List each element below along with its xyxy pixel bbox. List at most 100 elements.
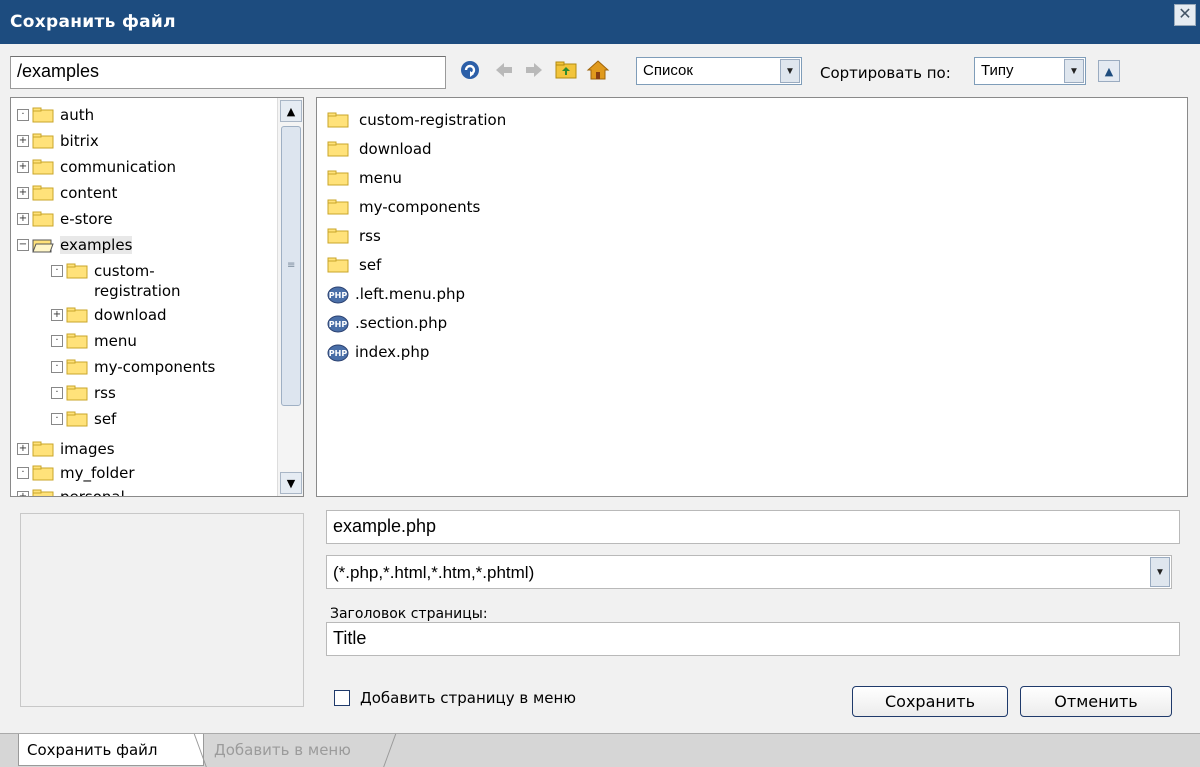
- folder-icon: [32, 211, 54, 227]
- expander-icon[interactable]: +: [51, 309, 63, 321]
- list-item[interactable]: rss: [327, 224, 381, 248]
- tree-item[interactable]: · auth: [17, 104, 94, 126]
- folder-icon: [32, 107, 54, 123]
- tree-item[interactable]: + e-store: [17, 208, 113, 230]
- list-item-label: download: [359, 140, 432, 158]
- list-item-label: custom-registration: [359, 111, 507, 129]
- folder-tree: · auth + bitrix + communication + conten…: [10, 97, 304, 497]
- tab-add-to-menu[interactable]: Добавить в меню: [206, 734, 394, 766]
- back-arrow-icon[interactable]: [492, 58, 516, 82]
- folder-icon: [66, 333, 88, 349]
- filename-input[interactable]: example.php: [326, 510, 1180, 544]
- folder-up-icon[interactable]: [554, 58, 578, 82]
- list-item[interactable]: menu: [327, 166, 402, 190]
- cancel-button[interactable]: Отменить: [1020, 686, 1172, 717]
- list-item[interactable]: my-components: [327, 195, 480, 219]
- tree-item[interactable]: + communication: [17, 156, 176, 178]
- tab-save-file[interactable]: Сохранить файл: [18, 734, 204, 766]
- forward-arrow-icon[interactable]: [522, 58, 546, 82]
- expander-icon[interactable]: ·: [51, 361, 63, 373]
- tree-item-label: images: [60, 440, 115, 458]
- list-item[interactable]: PHP index.php: [327, 340, 429, 364]
- close-icon[interactable]: ✕: [1174, 4, 1196, 26]
- tree-item-label: personal: [60, 488, 125, 497]
- expander-icon[interactable]: −: [17, 239, 29, 251]
- page-title-input[interactable]: Title: [326, 622, 1180, 656]
- tree-item-label: my-components: [94, 358, 216, 376]
- chevron-down-icon[interactable]: ▼: [1150, 557, 1170, 587]
- save-file-dialog: /examples Список ▼ Сортировать по: Типу …: [0, 44, 1200, 767]
- expander-icon[interactable]: +: [17, 161, 29, 173]
- tree-item-label: my_folder: [60, 464, 135, 482]
- tree-item[interactable]: · menu: [51, 330, 137, 352]
- sort-direction-icon[interactable]: ▲: [1098, 60, 1120, 82]
- php-file-icon: PHP: [327, 342, 349, 362]
- tree-item[interactable]: + personal: [17, 486, 125, 497]
- sort-select[interactable]: Типу ▼: [974, 57, 1086, 85]
- folder-icon: [327, 112, 349, 128]
- folder-icon: [32, 159, 54, 175]
- expander-icon[interactable]: +: [17, 443, 29, 455]
- tree-item[interactable]: · my_folder: [17, 462, 135, 484]
- refresh-icon[interactable]: [458, 58, 482, 82]
- folder-icon: [66, 307, 88, 323]
- list-item-label: index.php: [355, 343, 430, 361]
- expander-icon[interactable]: +: [17, 491, 29, 496]
- expander-icon[interactable]: ·: [51, 265, 63, 277]
- scroll-up-icon[interactable]: ▲: [280, 100, 302, 122]
- tree-item[interactable]: + images: [17, 438, 115, 460]
- expander-icon[interactable]: +: [17, 187, 29, 199]
- php-file-icon: PHP: [327, 284, 349, 304]
- list-item[interactable]: PHP .section.php: [327, 311, 447, 335]
- tree-item-selected[interactable]: − examples: [17, 234, 133, 256]
- folder-icon: [66, 359, 88, 375]
- tree-item[interactable]: · my-components: [51, 356, 215, 378]
- folder-icon: [327, 228, 349, 244]
- tree-item[interactable]: + download: [51, 304, 167, 326]
- tree-item-label: auth: [60, 106, 95, 124]
- tree-item-label: examples: [60, 236, 133, 254]
- folder-icon: [66, 411, 88, 427]
- expander-icon[interactable]: ·: [51, 335, 63, 347]
- tree-item[interactable]: · rss: [51, 382, 116, 404]
- file-type-value: (*.php,*.html,*.htm,*.phtml): [333, 563, 535, 582]
- tree-item[interactable]: · sef: [51, 408, 116, 430]
- tree-item-label: bitrix: [60, 132, 99, 150]
- view-mode-select[interactable]: Список ▼: [636, 57, 802, 85]
- list-item[interactable]: sef: [327, 253, 381, 277]
- tree-item-label: e-store: [60, 210, 113, 228]
- tree-item[interactable]: · custom-registration: [51, 260, 194, 300]
- tree-scrollbar[interactable]: ▲ ≡ ▼: [277, 98, 303, 496]
- list-item-label: .section.php: [355, 314, 448, 332]
- add-to-menu-checkbox[interactable]: [334, 690, 350, 706]
- folder-icon: [327, 170, 349, 186]
- chevron-down-icon[interactable]: ▼: [1064, 59, 1084, 83]
- folder-icon: [32, 465, 54, 481]
- list-item[interactable]: custom-registration: [327, 108, 506, 132]
- list-item-label: menu: [359, 169, 402, 187]
- folder-icon: [66, 385, 88, 401]
- expander-icon[interactable]: ·: [51, 387, 63, 399]
- grip-icon: ≡: [287, 260, 296, 271]
- page-title-label: Заголовок страницы:: [330, 606, 488, 622]
- expander-icon[interactable]: ·: [17, 467, 29, 479]
- open-folder-icon: [32, 237, 54, 253]
- path-input[interactable]: /examples: [10, 56, 446, 89]
- file-type-select[interactable]: (*.php,*.html,*.htm,*.phtml) ▼: [326, 555, 1172, 589]
- list-item[interactable]: PHP .left.menu.php: [327, 282, 465, 306]
- tree-item[interactable]: + content: [17, 182, 117, 204]
- scroll-thumb[interactable]: ≡: [281, 126, 301, 406]
- expander-icon[interactable]: ·: [51, 413, 63, 425]
- tree-item-label: content: [60, 184, 118, 202]
- home-icon[interactable]: [586, 58, 610, 82]
- expander-icon[interactable]: +: [17, 213, 29, 225]
- tree-item-label: rss: [94, 384, 116, 402]
- folder-icon: [327, 141, 349, 157]
- tree-item[interactable]: + bitrix: [17, 130, 99, 152]
- expander-icon[interactable]: +: [17, 135, 29, 147]
- list-item[interactable]: download: [327, 137, 432, 161]
- expander-icon[interactable]: ·: [17, 109, 29, 121]
- save-button[interactable]: Сохранить: [852, 686, 1008, 717]
- scroll-down-icon[interactable]: ▼: [280, 472, 302, 494]
- chevron-down-icon[interactable]: ▼: [780, 59, 800, 83]
